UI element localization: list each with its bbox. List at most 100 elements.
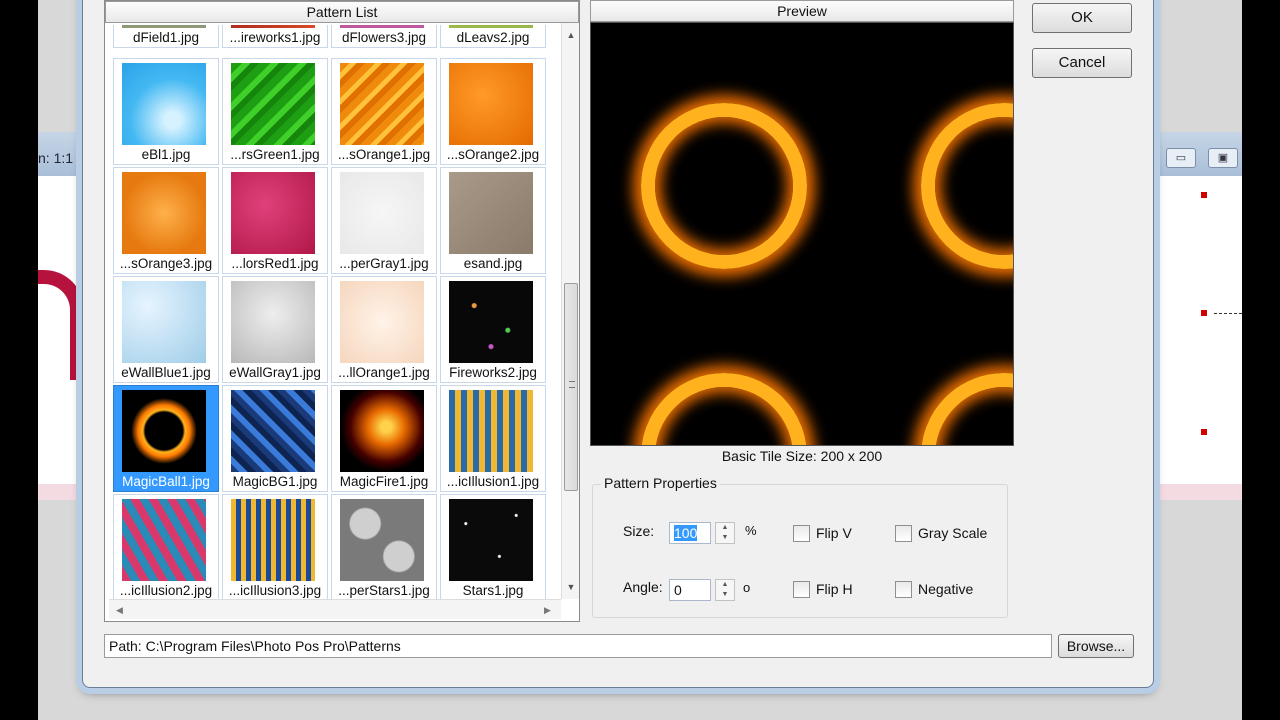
pattern-thumbnail [122, 172, 206, 254]
pattern-tile[interactable]: MagicBall1.jpg [113, 385, 219, 492]
restore-icon[interactable]: ▣ [1208, 148, 1238, 168]
angle-input[interactable]: 0 [669, 579, 711, 601]
pattern-grid: dField1.jpg ...ireworks1.jpg dFlowers3.jpg… [109, 25, 561, 599]
negative-checkbox[interactable] [895, 581, 912, 598]
pattern-tile[interactable]: ...perGray1.jpg [331, 167, 437, 274]
zoom-label: n: 1:1 [38, 150, 74, 166]
spin-down-icon[interactable]: ▼ [716, 590, 734, 600]
pattern-thumbnail [340, 63, 424, 145]
pattern-tile[interactable]: ...icIllusion3.jpg [222, 494, 328, 599]
size-input[interactable]: 100 [669, 522, 711, 544]
pattern-thumbnail [231, 172, 315, 254]
pattern-thumbnail [231, 499, 315, 581]
selection-handle[interactable] [1201, 192, 1207, 198]
flip-v-label[interactable]: Flip V [816, 525, 852, 541]
pattern-label: esand.jpg [463, 256, 523, 271]
pattern-label: ...llOrange1.jpg [338, 365, 430, 380]
pattern-list-header: Pattern List [105, 1, 579, 23]
background-canvas-right [1156, 176, 1242, 496]
pattern-tile[interactable]: ...rsGreen1.jpg [222, 58, 328, 165]
pattern-thumbnail [231, 281, 315, 363]
pattern-thumbnail [122, 63, 206, 145]
scroll-up-icon[interactable]: ▲ [562, 27, 580, 44]
pattern-tile[interactable]: ...sOrange3.jpg [113, 167, 219, 274]
pattern-label: ...sOrange2.jpg [446, 147, 540, 162]
pattern-tile[interactable]: Stars1.jpg [440, 494, 546, 599]
scroll-left-icon[interactable]: ◀ [111, 600, 128, 620]
pattern-tile[interactable]: ...sOrange1.jpg [331, 58, 437, 165]
pattern-tile[interactable]: eWallBlue1.jpg [113, 276, 219, 383]
pattern-tile[interactable]: eBl1.jpg [113, 58, 219, 165]
gray-scale-checkbox[interactable] [895, 525, 912, 542]
browse-button[interactable]: Browse... [1058, 634, 1134, 658]
pattern-tile[interactable]: MagicBG1.jpg [222, 385, 328, 492]
pattern-thumbnail [449, 499, 533, 581]
pattern-thumbnail [449, 281, 533, 363]
pattern-thumbnail [340, 172, 424, 254]
spin-up-icon[interactable]: ▲ [716, 523, 734, 533]
pattern-label: MagicFire1.jpg [339, 474, 429, 489]
pattern-tile[interactable]: ...perStars1.jpg [331, 494, 437, 599]
grip-icon [569, 381, 575, 388]
pattern-thumbnail [340, 281, 424, 363]
pattern-label: ...perStars1.jpg [338, 583, 430, 598]
pattern-label: eBl1.jpg [141, 147, 191, 162]
pattern-tile[interactable]: ...icIllusion2.jpg [113, 494, 219, 599]
preview-ring [641, 103, 807, 269]
selection-guide [1214, 313, 1242, 314]
pattern-label: ...ireworks1.jpg [229, 30, 321, 45]
spin-down-icon[interactable]: ▼ [716, 533, 734, 543]
size-value: 100 [674, 525, 698, 541]
gray-scale-label[interactable]: Gray Scale [918, 525, 987, 541]
pattern-tile[interactable]: dFlowers3.jpg [331, 25, 437, 48]
pattern-label: eWallGray1.jpg [229, 365, 321, 380]
flip-v-checkbox[interactable] [793, 525, 810, 542]
preview-canvas [590, 22, 1014, 446]
pattern-tile[interactable]: MagicFire1.jpg [331, 385, 437, 492]
pattern-tile[interactable]: ...icIllusion1.jpg [440, 385, 546, 492]
minimize-icon[interactable]: ▭ [1166, 148, 1196, 168]
pattern-tile[interactable]: dLeavs2.jpg [440, 25, 546, 48]
pattern-label: dLeavs2.jpg [456, 30, 530, 45]
ok-button[interactable]: OK [1032, 3, 1132, 33]
pattern-tile[interactable]: ...lorsRed1.jpg [222, 167, 328, 274]
preview-ring [641, 373, 807, 445]
path-field[interactable]: Path: C:\Program Files\Photo Pos Pro\Pat… [104, 634, 1052, 658]
pattern-label: ...lorsRed1.jpg [231, 256, 319, 271]
pattern-label: MagicBG1.jpg [232, 474, 318, 489]
flip-h-checkbox[interactable] [793, 581, 810, 598]
pattern-tile[interactable]: ...ireworks1.jpg [222, 25, 328, 48]
flip-h-label[interactable]: Flip H [816, 581, 853, 597]
scroll-down-icon[interactable]: ▼ [562, 579, 580, 596]
pattern-thumbnail [122, 281, 206, 363]
pattern-label: ...icIllusion2.jpg [119, 583, 213, 598]
preview-header: Preview [590, 0, 1014, 22]
pattern-label: ...icIllusion3.jpg [228, 583, 322, 598]
pattern-thumbnail [449, 390, 533, 472]
selection-handle[interactable] [1201, 429, 1207, 435]
cancel-button[interactable]: Cancel [1032, 48, 1132, 78]
properties-legend: Pattern Properties [601, 475, 720, 491]
pattern-label: dField1.jpg [132, 30, 200, 45]
pattern-label: ...sOrange3.jpg [119, 256, 213, 271]
pattern-label: Fireworks2.jpg [449, 365, 537, 380]
pattern-tile[interactable]: Fireworks2.jpg [440, 276, 546, 383]
horizontal-scrollbar[interactable]: ◀ ▶ [109, 599, 561, 619]
selection-handle[interactable] [1201, 310, 1207, 316]
vertical-scrollbar[interactable]: ▲ ▼ [561, 23, 579, 599]
size-spinner[interactable]: ▲ ▼ [715, 522, 735, 544]
negative-label[interactable]: Negative [918, 581, 973, 597]
scroll-right-icon[interactable]: ▶ [539, 600, 556, 620]
spin-up-icon[interactable]: ▲ [716, 580, 734, 590]
size-label: Size: [623, 523, 655, 539]
pattern-tile[interactable]: ...llOrange1.jpg [331, 276, 437, 383]
scrollbar-thumb[interactable] [564, 283, 578, 491]
pattern-label: eWallBlue1.jpg [121, 365, 211, 380]
angle-spinner[interactable]: ▲ ▼ [715, 579, 735, 601]
pattern-tile[interactable]: eWallGray1.jpg [222, 276, 328, 383]
pattern-tile[interactable]: esand.jpg [440, 167, 546, 274]
pattern-thumbnail [231, 25, 315, 28]
pattern-tile[interactable]: ...sOrange2.jpg [440, 58, 546, 165]
pattern-thumbnail [449, 63, 533, 145]
pattern-tile[interactable]: dField1.jpg [113, 25, 219, 48]
